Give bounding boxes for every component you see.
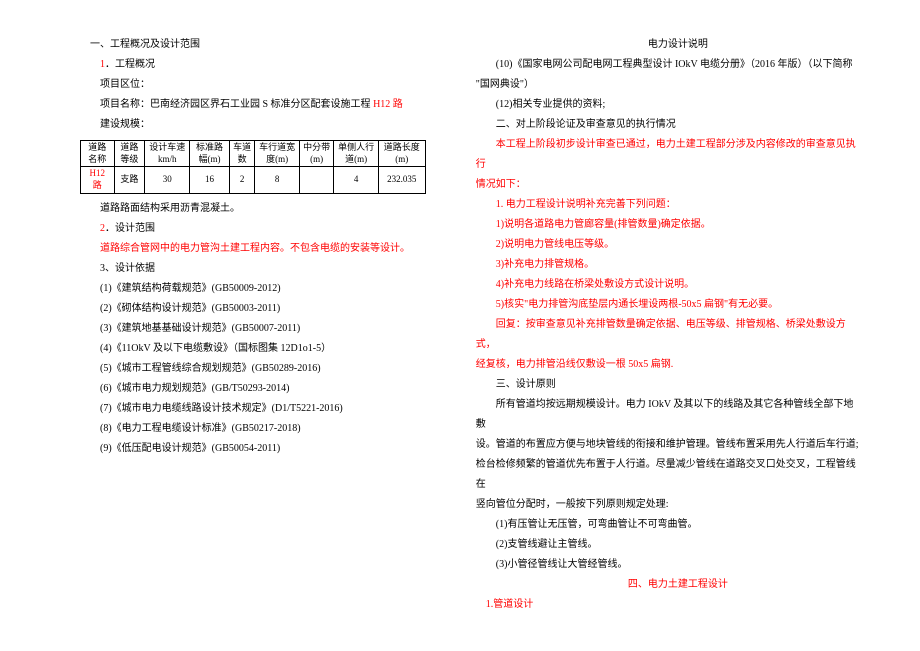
review-item-1-5: 5)核实"电力排管沟底垫层内通长埋设两根-50x5 扁钢"有无必要。 [476, 295, 860, 315]
table-header-row: 道路名称 道路等级 设计车速km/h 标准路幅(m) 车道数 车行道宽度(m) … [81, 141, 426, 167]
rule-2: (2)支管线避让主管线。 [476, 535, 860, 555]
table-row: H12 路 支路 30 16 2 8 4 232.035 [81, 167, 426, 193]
principle-line-3: 检台检修频繁的管道优先布置于人行道。尽量减少管线在道路交叉口处交叉，工程管线在 [476, 455, 860, 495]
construction-scale: 建设规模： [80, 115, 426, 135]
th-length: 道路长度(m) [378, 141, 425, 167]
review-item-1-4: 4)补充电力线路在桥梁处敷设方式设计说明。 [476, 275, 860, 295]
principle-line-1: 所有管道均按远期规模设计。电力 IOkV 及其以下的线路及其它各种管线全部下地敷 [476, 395, 860, 435]
th-lanes: 车道数 [229, 141, 255, 167]
review-item-1-1: 1)说明各道路电力管廊容量(排管数量)确定依据。 [476, 215, 860, 235]
reference-3: (3)《建筑地基基础设计规范》(GB50007-2011) [80, 319, 426, 339]
section-3-title: 三、设计原则 [476, 375, 860, 395]
reference-2: (2)《砌体结构设计规范》(GB50003-2011) [80, 299, 426, 319]
reference-6: (6)《城市电力规划规范》(GB/T50293-2014) [80, 379, 426, 399]
reference-10: (10)《国家电网公司配电网工程典型设计 IOkV 电缆分册》（2016 年版）… [476, 55, 860, 75]
document-title: 电力设计说明 [476, 35, 860, 55]
reference-7: (7)《城市电力电缆线路设计技术规定》(D1/T5221-2016) [80, 399, 426, 419]
reference-1: (1)《建筑结构荷载规范》(GB50009-2012) [80, 279, 426, 299]
th-design-speed: 设计车速km/h [145, 141, 190, 167]
section-2-title: 二、对上阶段论证及审查意见的执行情况 [476, 115, 860, 135]
principle-line-4: 竖向管位分配时，一般按下列原则规定处理: [476, 495, 860, 515]
review-item-1-3: 3)补充电力排管规格。 [476, 255, 860, 275]
reference-9: (9)《低压配电设计规范》(GB50054-2011) [80, 439, 426, 459]
reply-line-2: 经复核，电力排管沿线仅敷设一根 50x5 扁钢. [476, 355, 860, 375]
th-median: 中分带(m) [299, 141, 334, 167]
th-width: 标准路幅(m) [190, 141, 229, 167]
sub-3-title: 3、设计依据 [80, 259, 426, 279]
sub-1-title: ．工程概况 [105, 59, 155, 70]
sub-2: 2．设计范围 [80, 219, 426, 239]
cell-road-class: 支路 [114, 167, 145, 193]
review-item-1: 1. 电力工程设计说明补充完善下列问题： [476, 195, 860, 215]
review-intro: 本工程上阶段初步设计审查已通过，电力土建工程部分涉及内容修改的审查意见执行 [476, 135, 860, 175]
principle-line-2: 设。管道的布置应方便与地块管线的衔接和维护管理。管线布置采用先人行道后车行道; [476, 435, 860, 455]
cell-road-name: H12 路 [81, 167, 115, 193]
reference-4: (4)《11OkV 及以下电缆敷设》（国标图集 12D1o1-5） [80, 339, 426, 359]
project-location: 项目区位： [80, 75, 426, 95]
th-road-name: 道路名称 [81, 141, 115, 167]
road-specs-table: 道路名称 道路等级 设计车速km/h 标准路幅(m) 车道数 车行道宽度(m) … [80, 140, 426, 194]
rule-3: (3)小管径管线让大管经管线。 [476, 555, 860, 575]
th-sidewalk: 单侧人行道(m) [334, 141, 378, 167]
cell-width: 16 [190, 167, 229, 193]
project-name: 项目名称：巴南经济园区界石工业园 S 标准分区配套设施工程 H12 路 [80, 95, 426, 115]
road-surface: 道路路面结构采用沥青混凝土。 [80, 199, 426, 219]
project-name-label: 项目名称：巴南经济园区界石工业园 S 标准分区配套设施工程 [100, 99, 373, 110]
cell-median [299, 167, 334, 193]
review-intro-2: 情况如下： [476, 175, 860, 195]
reference-10-cont: "国网典设"） [476, 75, 860, 95]
cell-design-speed: 30 [145, 167, 190, 193]
sub-2-title: ．设计范围 [105, 223, 155, 234]
project-name-road: H12 路 [373, 99, 403, 110]
reply-line-1: 回复：按审查意见补充排管数量确定依据、电压等级、排管规格、桥梁处敷设方式， [476, 315, 860, 355]
rule-1: (1)有压管让无压管，可弯曲管让不可弯曲管。 [476, 515, 860, 535]
th-lane-width: 车行道宽度(m) [255, 141, 299, 167]
reference-5: (5)《城市工程管线综合规划规范》(GB50289-2016) [80, 359, 426, 379]
section-4-title: 四、电力土建工程设计 [476, 575, 860, 595]
cell-lanes: 2 [229, 167, 255, 193]
cell-lane-width: 8 [255, 167, 299, 193]
sub-1: 1．工程概况 [80, 55, 426, 75]
design-scope-desc: 道路综合管网中的电力管沟土建工程内容。不包含电缆的安装等设计。 [80, 239, 426, 259]
th-road-class: 道路等级 [114, 141, 145, 167]
cell-length: 232.035 [378, 167, 425, 193]
cell-sidewalk: 4 [334, 167, 378, 193]
section-1-title: 一、工程概况及设计范围 [80, 35, 426, 55]
reference-12: (12)相关专业提供的资料; [476, 95, 860, 115]
section-4-sub: 1.管道设计 [476, 595, 860, 615]
reference-8: (8)《电力工程电缆设计标准》(GB50217-2018) [80, 419, 426, 439]
review-item-1-2: 2)说明电力管线电压等级。 [476, 235, 860, 255]
